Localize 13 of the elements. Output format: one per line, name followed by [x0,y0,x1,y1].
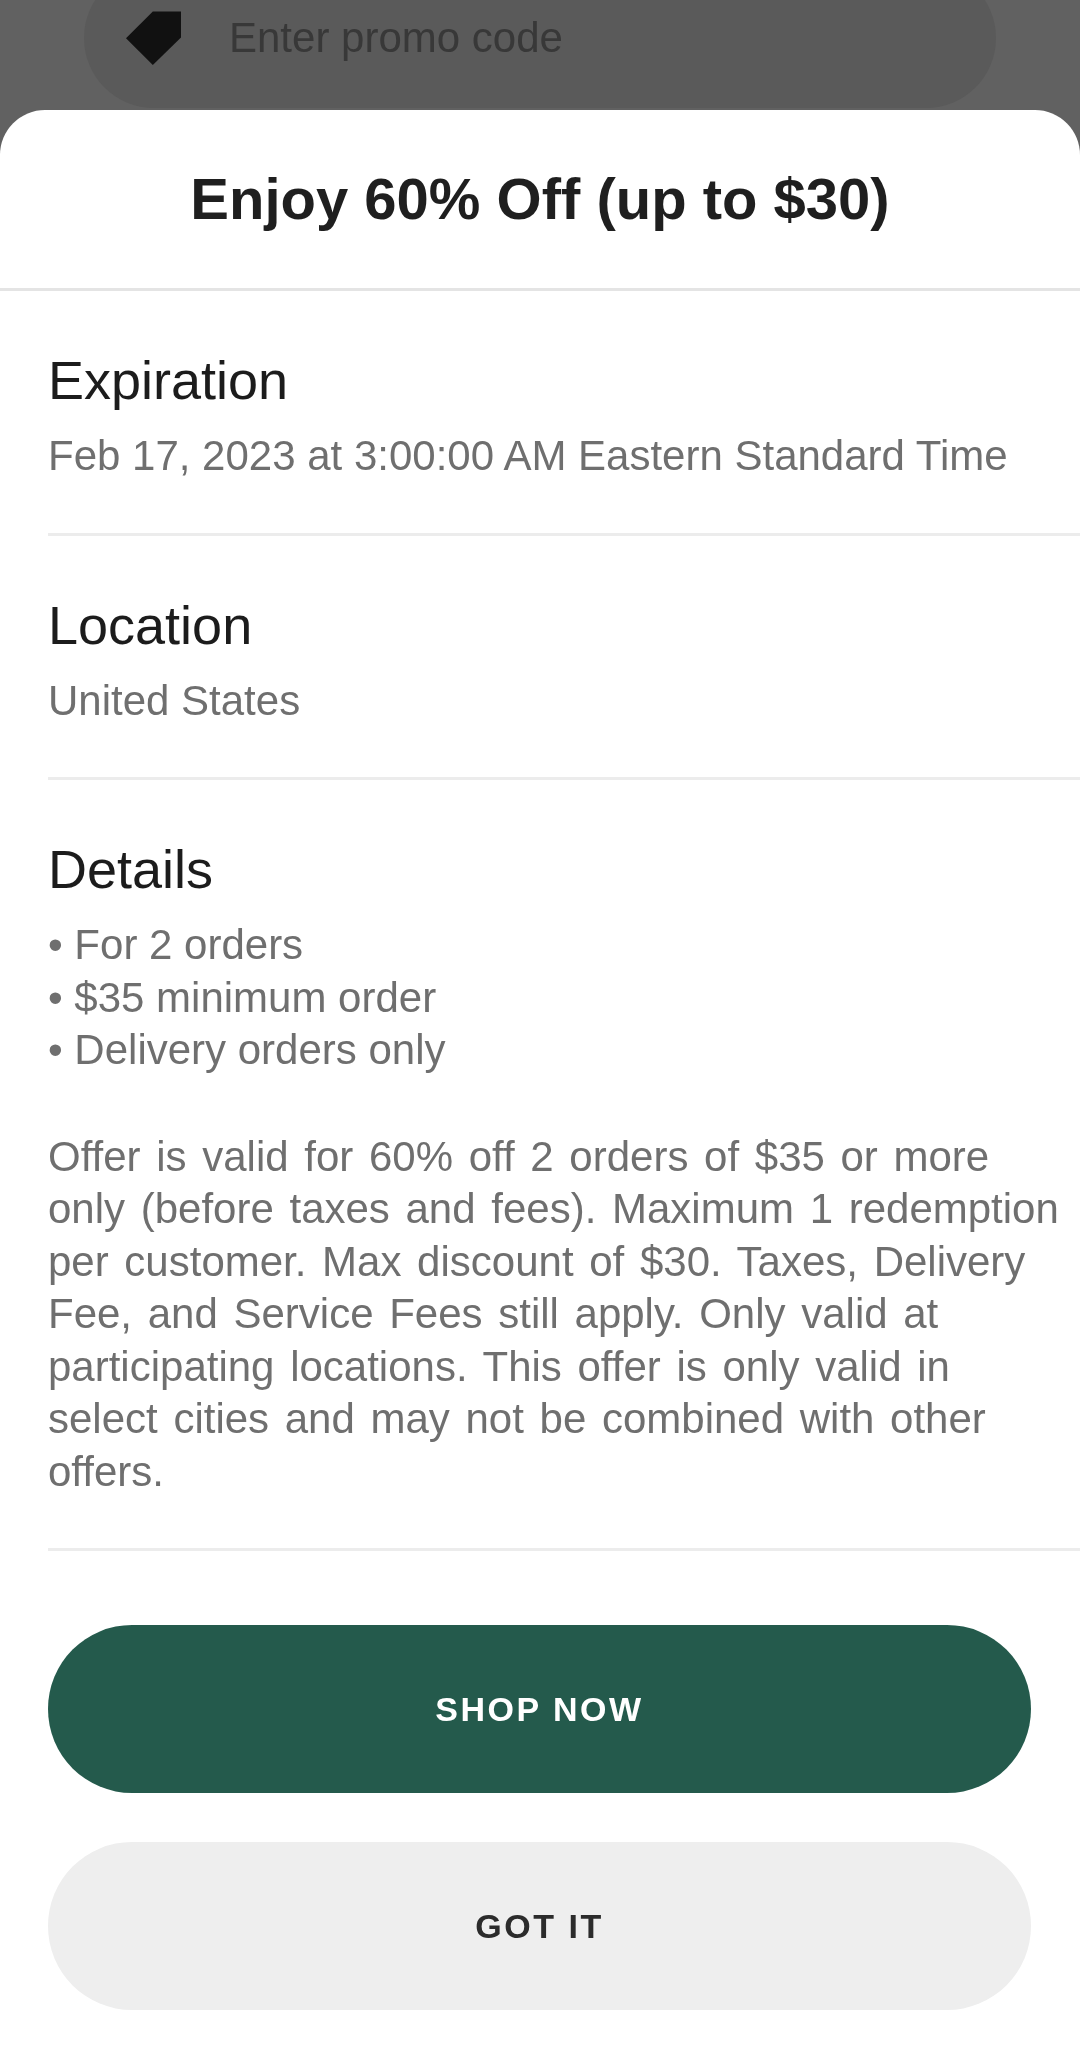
section-heading: Details [48,838,214,901]
details-bullet: • Delivery orders only [48,1025,446,1075]
section-heading: Location [48,593,253,657]
section-text: United States [48,675,301,726]
details-bullet: • $35 minimum order [48,972,437,1023]
section-text: Feb 17, 2023 at 3:00:00 AM Eastern Standard Time [48,431,1008,481]
details-bullet: • For 2 orders [48,920,304,970]
tag-icon [126,10,181,65]
got-it-button[interactable]: GOT IT [48,1842,1031,2010]
shop-now-button[interactable]: SHOP NOW [48,1625,1031,1793]
sheet-title: Enjoy 60% Off (up to $30) [190,165,890,233]
offer-terms: Offer is valid for 60% off 2 orders of $35 or more only (before taxes and fees). Maximum 1 redemption per customer. Max discount of $30. Taxes, Delivery Fee, and Service Fees still apply. Only valid at participating locations. This offer is only valid in select cities and may not be combined with other offers. [48,1131,1060,1497]
section-heading: Expiration [48,349,289,412]
